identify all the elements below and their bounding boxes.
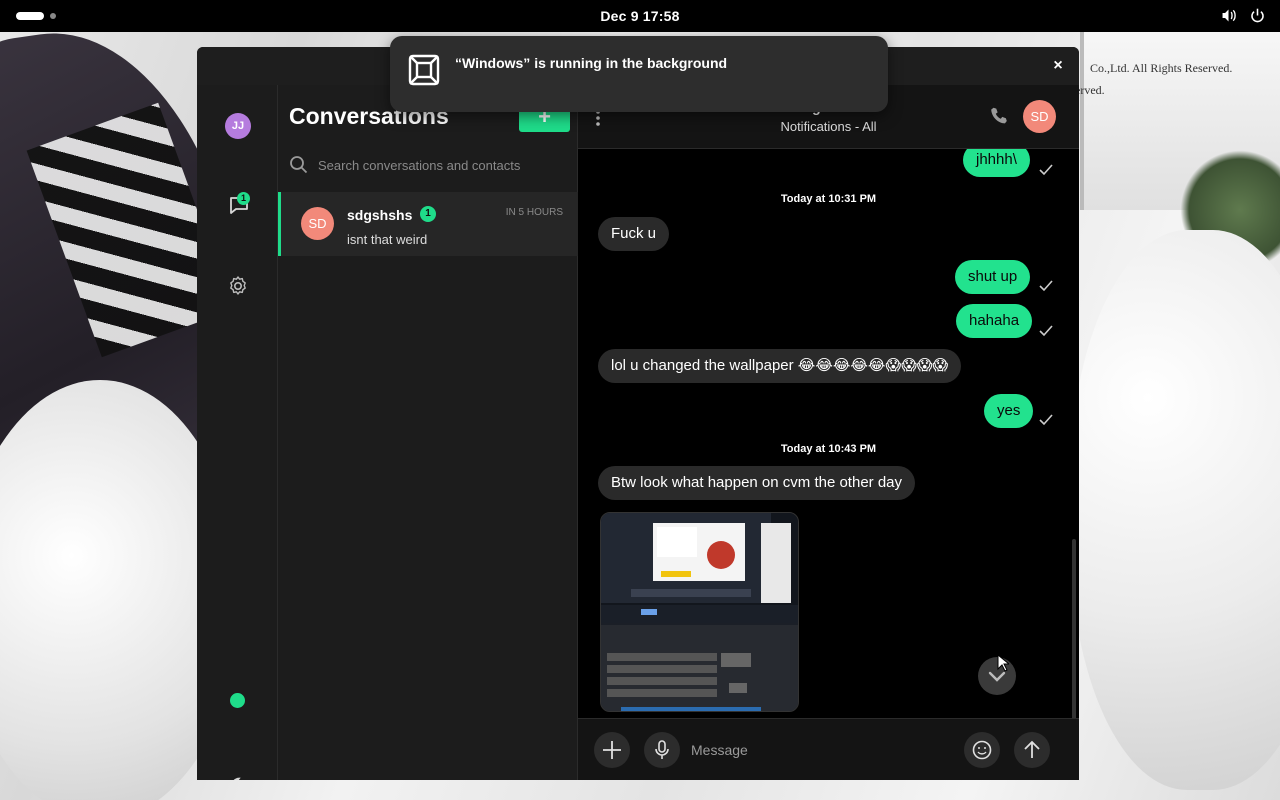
conversation-item[interactable]: SD sdgshshs 1 IN 5 HOURS isnt that weird: [278, 192, 578, 256]
message-bubble-outgoing[interactable]: yes: [984, 394, 1034, 428]
voice-message-button[interactable]: [644, 732, 680, 768]
screenshot-thumbnail: [601, 513, 798, 711]
image-attachment[interactable]: [600, 512, 799, 712]
message-bubble-outgoing[interactable]: jhhhh\: [963, 149, 1030, 177]
online-status-indicator: [230, 693, 245, 708]
wallpaper-copyright-2: erved.: [1075, 83, 1105, 97]
day-separator: Today at 10:43 PM: [780, 443, 877, 455]
emoji-button[interactable]: [964, 732, 1000, 768]
app-window: × JJ 1 Conversations + SD sdgshshs 1 IN …: [197, 47, 1079, 780]
wallpaper-copyright: Co.,Ltd. All Rights Reserved.: [1090, 61, 1233, 75]
scrollbar[interactable]: [1072, 539, 1076, 718]
unread-badge: 1: [420, 206, 436, 222]
read-check-icon: [1039, 164, 1053, 176]
mouse-cursor-icon: [997, 654, 1009, 672]
top-bar: Dec 9 17:58: [0, 0, 1280, 32]
contact-avatar-header[interactable]: SD: [1023, 100, 1056, 133]
arrow-up-icon: [1024, 740, 1040, 758]
read-check-icon: [1039, 325, 1053, 337]
message-list[interactable]: jhhhh\ Today at 10:31 PM Fuck u shut up …: [578, 149, 1079, 718]
day-separator: Today at 10:31 PM: [780, 193, 877, 205]
contact-name: sdgshshs: [347, 207, 413, 223]
emoji-icon: [972, 740, 992, 760]
search-icon: [289, 155, 309, 175]
app-window-icon: [408, 54, 440, 86]
message-bubble-incoming[interactable]: Fuck u: [598, 217, 670, 251]
chat-panel: sdgshshs Notifications - All SD jhhhh\ T…: [578, 85, 1079, 780]
background-app-notification[interactable]: “Windows” is running in the background: [390, 36, 888, 112]
conversation-time: IN 5 HOURS: [505, 207, 563, 218]
nav-rail: JJ 1: [197, 85, 278, 780]
close-button[interactable]: ×: [1047, 55, 1069, 77]
message-bubble-outgoing[interactable]: shut up: [955, 260, 1031, 294]
search-input[interactable]: [318, 153, 568, 177]
clock[interactable]: Dec 9 17:58: [0, 8, 1280, 24]
microphone-icon: [655, 740, 669, 759]
power-icon[interactable]: [1249, 7, 1266, 29]
conversation-list-panel: Conversations + SD sdgshshs 1 IN 5 HOURS…: [278, 85, 578, 780]
read-check-icon: [1039, 280, 1053, 292]
notification-text: “Windows” is running in the background: [455, 55, 728, 71]
last-message-preview: isnt that weird: [347, 232, 428, 247]
gear-icon[interactable]: [226, 274, 250, 298]
contact-avatar: SD: [301, 207, 334, 240]
message-composer: [578, 718, 1079, 780]
system-tray[interactable]: [1220, 7, 1266, 29]
message-bubble-incoming[interactable]: Btw look what happen on cvm the other da…: [598, 466, 916, 500]
user-avatar[interactable]: JJ: [225, 113, 251, 139]
chat-unread-badge: 1: [237, 192, 250, 205]
read-check-icon: [1039, 414, 1053, 426]
send-button[interactable]: [1014, 732, 1050, 768]
phone-icon[interactable]: [988, 105, 1010, 127]
moon-icon[interactable]: [227, 775, 249, 780]
plus-icon: [603, 741, 621, 759]
wallpaper-sheet: [1070, 230, 1280, 790]
message-bubble-outgoing[interactable]: hahaha: [956, 304, 1033, 338]
message-input[interactable]: [691, 738, 951, 762]
message-bubble-incoming[interactable]: lol u changed the wallpaper 😂😂😂😂😂😱😱😱😱: [598, 349, 961, 383]
volume-icon[interactable]: [1220, 7, 1237, 29]
attach-button[interactable]: [594, 732, 630, 768]
